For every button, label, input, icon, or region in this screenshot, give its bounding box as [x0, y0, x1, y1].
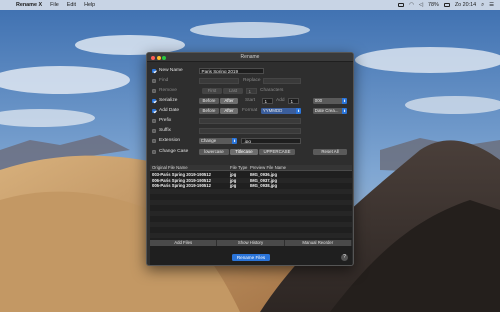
popup-arrows-icon: ⬍	[232, 138, 237, 144]
battery-icon[interactable]	[443, 3, 450, 7]
start-input[interactable]: 1	[262, 98, 273, 104]
replace-input[interactable]	[263, 78, 301, 84]
prefix-checkbox[interactable]	[152, 119, 157, 124]
extension-label: Extension	[159, 138, 181, 144]
new-name-checkbox[interactable]	[152, 69, 157, 74]
rename-window: Rename New Name Paris Spring 2019 Find R…	[146, 52, 354, 266]
date-source-popup[interactable]: Date Crea... ⬍	[313, 108, 347, 114]
remove-first-button[interactable]: First	[202, 88, 222, 94]
start-label: Start	[245, 98, 256, 104]
remove-count-input[interactable]: 1	[246, 88, 257, 94]
characters-label: Characters	[260, 88, 284, 94]
date-source-value: Date Crea...	[314, 108, 339, 113]
new-name-input[interactable]: Paris Spring 2019	[199, 68, 264, 74]
serialize-label: Serialize	[159, 98, 178, 104]
manual-reorder-button[interactable]: Manual Reorder	[284, 240, 352, 246]
prefix-input[interactable]	[199, 118, 301, 124]
column-preview-name[interactable]: Preview File Name	[250, 165, 286, 171]
show-history-button[interactable]: Show History	[217, 240, 285, 246]
empty-row	[150, 221, 352, 227]
column-original-name[interactable]: Original File Name	[152, 165, 188, 171]
change-case-label: Change Case	[159, 149, 189, 155]
table-header: Original File Name File Type Preview Fil…	[150, 165, 352, 171]
titlecase-button[interactable]: Titlecase	[230, 149, 258, 155]
empty-row	[150, 199, 352, 205]
format-label: Format	[242, 108, 258, 114]
window-title: Rename	[240, 54, 260, 60]
wifi-icon[interactable]: ◠	[409, 0, 414, 10]
column-file-type[interactable]: File Type	[230, 165, 247, 171]
find-checkbox[interactable]	[152, 79, 157, 84]
extension-mode-value: Change	[200, 138, 217, 143]
rename-files-button[interactable]: Rename Files	[232, 254, 270, 261]
table-actions: Add Files Show History Manual Reorder	[150, 240, 352, 246]
notification-center-icon[interactable]: ☰	[489, 0, 494, 10]
empty-row	[150, 210, 352, 216]
extension-mode-popup[interactable]: Change ⬍	[199, 138, 237, 144]
popup-arrows-icon: ⬍	[342, 98, 347, 104]
suffix-checkbox[interactable]	[152, 129, 157, 134]
menu-file[interactable]: File	[50, 0, 59, 10]
serialize-checkbox[interactable]	[152, 99, 157, 104]
add-input[interactable]: 1	[288, 98, 299, 104]
status-area: ◠ ◁ 78% Zo 20:14 ⌕ ☰	[398, 0, 494, 10]
menu-edit[interactable]: Edit	[67, 0, 76, 10]
serialize-format-value: 000	[314, 98, 323, 103]
replace-label: Replace	[243, 78, 261, 84]
clock[interactable]: Zo 20:14	[455, 0, 476, 10]
remove-checkbox[interactable]	[152, 89, 157, 94]
spotlight-icon[interactable]: ⌕	[481, 0, 484, 10]
add-files-button[interactable]: Add Files	[150, 240, 218, 246]
remove-label: Remove	[159, 88, 177, 94]
popup-arrows-icon: ⬍	[342, 108, 347, 114]
lowercase-button[interactable]: lowercase	[199, 149, 229, 155]
serialize-before-button[interactable]: Before	[199, 98, 219, 104]
display-icon[interactable]	[398, 3, 405, 7]
change-case-checkbox[interactable]	[152, 150, 157, 155]
suffix-input[interactable]	[199, 128, 301, 134]
empty-row	[150, 232, 352, 238]
prefix-label: Prefix	[159, 118, 172, 124]
add-date-label: Add Date	[159, 108, 180, 114]
find-label: Find	[159, 78, 169, 84]
add-date-checkbox[interactable]	[152, 109, 157, 114]
find-input[interactable]	[199, 78, 239, 84]
serialize-after-button[interactable]: After	[220, 98, 238, 104]
help-button[interactable]: ?	[341, 254, 348, 261]
remove-last-button[interactable]: Last	[223, 88, 243, 94]
serialize-format-popup[interactable]: 000 ⬍	[313, 98, 347, 104]
volume-icon[interactable]: ◁	[419, 0, 423, 10]
date-after-button[interactable]: After	[220, 108, 238, 114]
extension-input[interactable]: .jpg	[241, 138, 301, 144]
empty-row	[150, 188, 352, 194]
battery-percent[interactable]: 78%	[428, 0, 439, 10]
extension-checkbox[interactable]	[152, 139, 157, 144]
suffix-label: Suffix	[159, 128, 171, 134]
menu-bar: Rename X File Edit Help ◠ ◁ 78% Zo 20:14…	[0, 0, 500, 10]
files-table[interactable]: Original File Name File Type Preview Fil…	[150, 165, 352, 265]
date-format-value: YYMMDD	[262, 108, 283, 113]
popup-arrows-icon: ⬍	[296, 108, 301, 114]
uppercase-button[interactable]: UPPERCASE	[259, 149, 295, 155]
menu-help[interactable]: Help	[84, 0, 95, 10]
window-titlebar[interactable]: Rename	[147, 53, 353, 62]
menu-app-name[interactable]: Rename X	[16, 0, 42, 10]
date-format-popup[interactable]: YYMMDD ⬍	[261, 108, 301, 114]
date-before-button[interactable]: Before	[199, 108, 219, 114]
new-name-label: New Name	[159, 68, 183, 74]
reset-all-button[interactable]: Reset All	[313, 149, 347, 155]
add-label: Add	[276, 98, 285, 104]
